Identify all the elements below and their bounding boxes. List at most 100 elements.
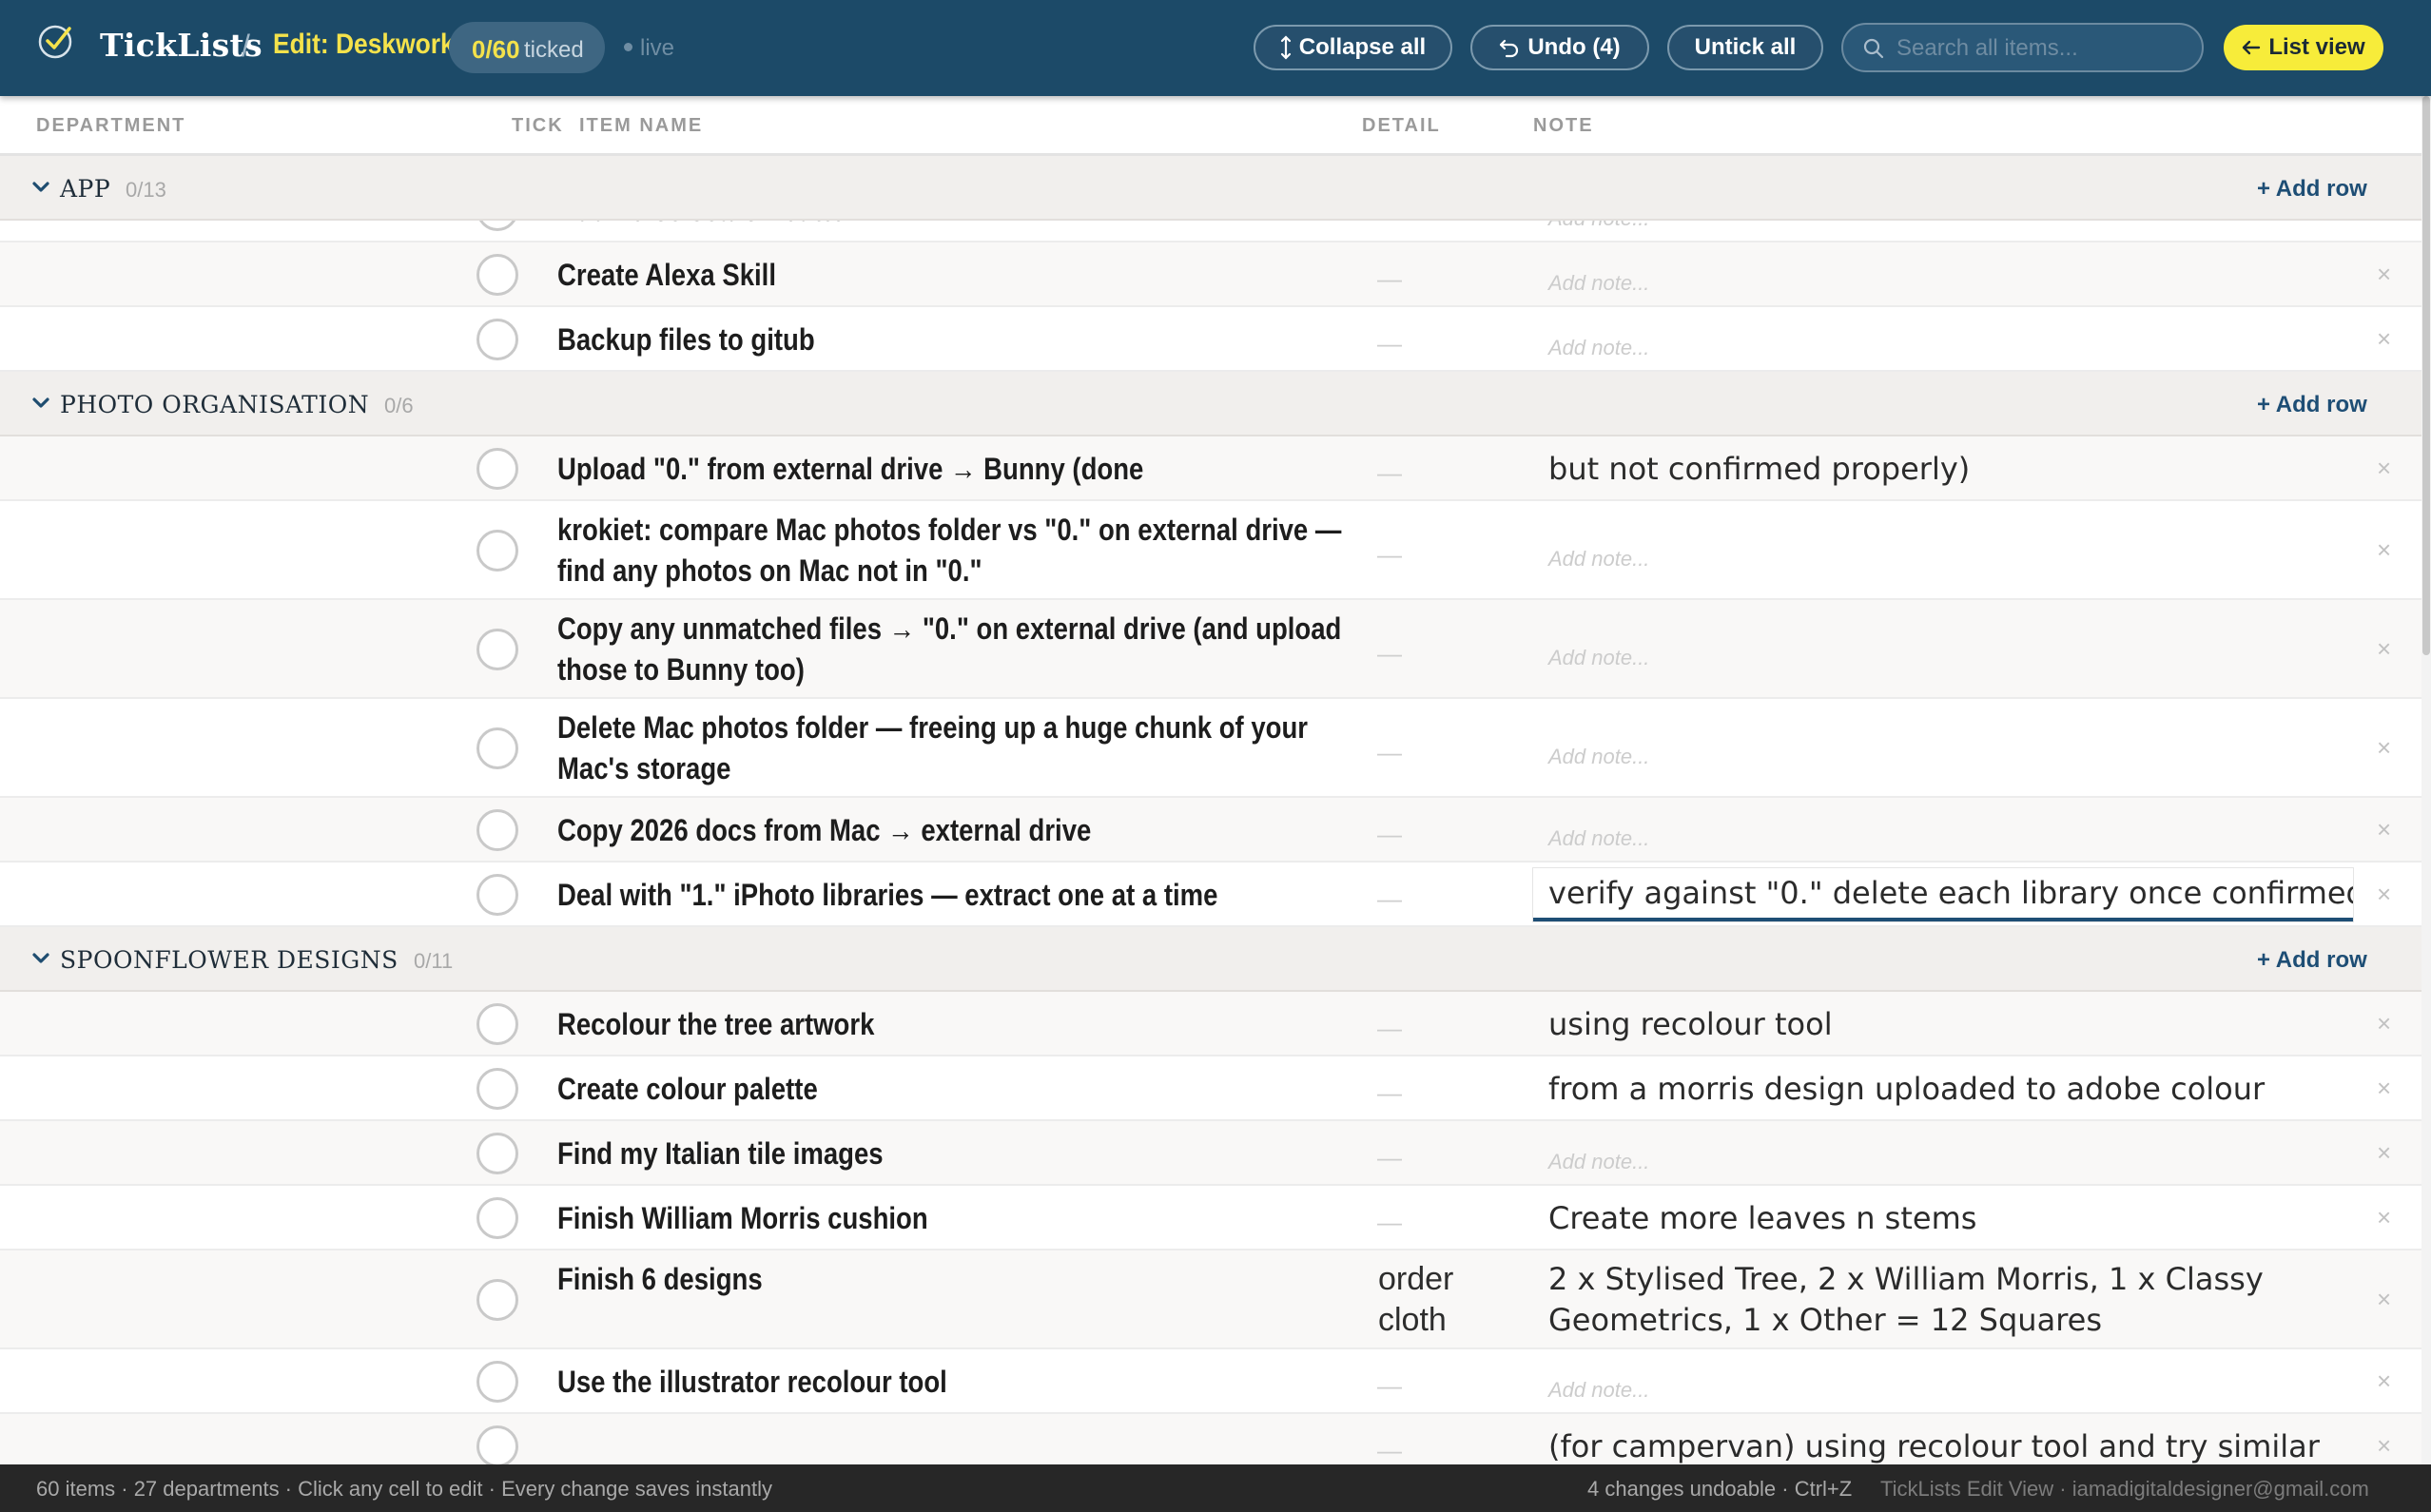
detail-cell[interactable]: — (1377, 1073, 1402, 1114)
note-input-active[interactable] (1533, 868, 2353, 921)
delete-row-icon[interactable]: × (2377, 1431, 2391, 1461)
item-name-cell[interactable]: Use the illustrator recolour tool (557, 1362, 1347, 1403)
app-brand[interactable]: TickLists (100, 27, 263, 64)
detail-cell[interactable]: — (1377, 1137, 1402, 1178)
chevron-down-icon[interactable] (30, 393, 51, 414)
chevron-down-icon[interactable] (30, 177, 51, 198)
item-name-cell[interactable]: Delete Mac photos folder — freeing up a … (557, 708, 1347, 789)
search-box[interactable] (1841, 23, 2204, 72)
delete-row-icon[interactable]: × (2377, 454, 2391, 483)
item-name-cell[interactable]: Finish 6 designs (557, 1259, 1347, 1300)
note-placeholder[interactable]: Add note... (1548, 637, 2357, 678)
note-placeholder[interactable]: Add note... (1548, 736, 2357, 777)
tick-checkbox[interactable] (476, 809, 518, 851)
tick-checkbox[interactable] (476, 1279, 518, 1321)
note-placeholder[interactable]: Add note... (1548, 1369, 2357, 1410)
collapse-all-button[interactable]: Collapse all (1254, 25, 1452, 70)
table-row[interactable]: Delete Mac photos folder — freeing up a … (0, 699, 2421, 798)
tick-checkbox[interactable] (476, 727, 518, 769)
detail-cell[interactable]: — (1377, 1008, 1402, 1049)
detail-cell[interactable]: — (1377, 534, 1402, 575)
table-row[interactable]: krokiet: compare Mac photos folder vs "0… (0, 501, 2421, 600)
add-row-button[interactable]: + Add row (2257, 176, 2367, 203)
detail-cell[interactable]: — (1377, 732, 1402, 773)
detail-cell[interactable]: order cloth (1378, 1259, 1492, 1341)
table-row[interactable]: Recolour the tree artwork — using recolour… (0, 992, 2421, 1056)
table-row[interactable]: Copy any unmatched files → "0." on exter… (0, 600, 2421, 699)
tick-checkbox[interactable] (476, 1068, 518, 1110)
table-row[interactable]: — (for campervan) using recolour tool and… (0, 1414, 2421, 1464)
detail-cell[interactable]: — (1377, 323, 1402, 364)
department-name[interactable]: SPOONFLOWER DESIGNS (60, 946, 399, 974)
item-name-cell[interactable]: Finish William Morris cushion (557, 1198, 1347, 1239)
detail-cell[interactable]: — (1377, 259, 1402, 300)
table-row[interactable]: Finish William Morris cushion — Create mor… (0, 1186, 2421, 1250)
delete-row-icon[interactable]: × (2377, 260, 2391, 289)
detail-cell[interactable]: — (1377, 1366, 1402, 1406)
table-body[interactable]: Add voice search button—Add note...×Crea… (0, 156, 2421, 1464)
department-row[interactable]: PHOTO ORGANISATION 0/6 + Add row (0, 372, 2421, 436)
tick-checkbox[interactable] (476, 448, 518, 490)
add-row-button[interactable]: + Add row (2257, 947, 2367, 974)
chevron-down-icon[interactable] (30, 948, 51, 969)
item-name-cell[interactable]: Recolour the tree artwork (557, 1004, 1347, 1045)
delete-row-icon[interactable]: × (2377, 1367, 2391, 1396)
note-cell[interactable]: from a morris design uploaded to adobe c… (1548, 1069, 2357, 1110)
detail-cell[interactable]: — (1377, 879, 1402, 920)
tick-checkbox[interactable] (476, 319, 518, 360)
note-placeholder[interactable]: Add note... (1548, 262, 2357, 303)
delete-row-icon[interactable]: × (2377, 880, 2391, 909)
detail-cell[interactable]: — (1377, 633, 1402, 674)
department-row[interactable]: APP 0/13 + Add row (0, 156, 2421, 221)
tick-checkbox[interactable] (476, 530, 518, 572)
scrollbar-thumb[interactable] (2422, 96, 2430, 655)
delete-row-icon[interactable]: × (2377, 324, 2391, 354)
item-name-cell[interactable]: Upload "0." from external drive → Bunny … (557, 449, 1347, 490)
detail-cell[interactable]: — (1377, 1430, 1402, 1464)
table-row[interactable]: Backup files to gitub — Add note... × (0, 307, 2421, 372)
delete-row-icon[interactable]: × (2377, 733, 2391, 763)
department-name[interactable]: PHOTO ORGANISATION (60, 391, 369, 418)
scrollbar[interactable] (2421, 96, 2431, 1464)
note-cell[interactable]: but not confirmed properly) (1548, 449, 2357, 490)
note-placeholder[interactable]: Add note... (1548, 1141, 2357, 1182)
table-row[interactable]: Upload "0." from external drive → Bunny … (0, 436, 2421, 501)
tick-checkbox[interactable] (476, 1197, 518, 1239)
item-name-cell[interactable]: Create colour palette (557, 1069, 1347, 1110)
department-row[interactable]: SPOONFLOWER DESIGNS 0/11 + Add row (0, 927, 2421, 992)
note-cell[interactable]: 2 x Stylised Tree, 2 x William Morris, 1… (1548, 1259, 2357, 1341)
detail-cell[interactable]: — (1377, 453, 1402, 494)
item-name-cell[interactable]: Backup files to gitub (557, 320, 1347, 360)
item-name-cell[interactable] (557, 1426, 1347, 1465)
item-name-cell[interactable]: Copy any unmatched files → "0." on exter… (557, 609, 1347, 690)
table-row[interactable]: Use the illustrator recolour tool — Add no… (0, 1349, 2421, 1414)
item-name-cell[interactable]: Deal with "1." iPhoto libraries — extrac… (557, 875, 1347, 916)
note-cell[interactable]: (for campervan) using recolour tool and … (1548, 1426, 2357, 1465)
item-name-cell[interactable]: Create Alexa Skill (557, 255, 1347, 296)
table-row[interactable]: Copy 2026 docs from Mac → external drive… (0, 798, 2421, 863)
tick-checkbox[interactable] (476, 1003, 518, 1045)
delete-row-icon[interactable]: × (2377, 1074, 2391, 1103)
undo-button[interactable]: Undo (4) (1470, 25, 1649, 70)
delete-row-icon[interactable]: × (2377, 634, 2391, 664)
untick-all-button[interactable]: Untick all (1667, 25, 1823, 70)
item-name-cell[interactable]: Copy 2026 docs from Mac → external drive (557, 810, 1347, 851)
tick-checkbox[interactable] (476, 874, 518, 916)
tick-checkbox[interactable] (476, 1425, 518, 1464)
table-row[interactable]: Finish 6 designs order cloth 2 x Stylised … (0, 1250, 2421, 1349)
item-name-cell[interactable]: krokiet: compare Mac photos folder vs "0… (557, 510, 1347, 591)
delete-row-icon[interactable]: × (2377, 1138, 2391, 1168)
item-name-cell[interactable]: Find my Italian tile images (557, 1134, 1347, 1174)
table-row[interactable]: Create colour palette — from a morris desi… (0, 1056, 2421, 1121)
note-placeholder[interactable]: Add note... (1548, 327, 2357, 368)
department-name[interactable]: APP (60, 175, 110, 203)
delete-row-icon[interactable]: × (2377, 1203, 2391, 1232)
note-cell[interactable]: using recolour tool (1548, 1004, 2357, 1045)
search-input[interactable] (1896, 34, 2182, 63)
note-cell[interactable]: Create more leaves n stems (1548, 1198, 2357, 1239)
table-row[interactable]: Create Alexa Skill — Add note... × (0, 242, 2421, 307)
table-row[interactable]: Find my Italian tile images — Add note... × (0, 1121, 2421, 1186)
list-view-button[interactable]: List view (2224, 25, 2383, 70)
tick-checkbox[interactable] (476, 1133, 518, 1174)
note-placeholder[interactable]: Add note... (1548, 818, 2357, 859)
